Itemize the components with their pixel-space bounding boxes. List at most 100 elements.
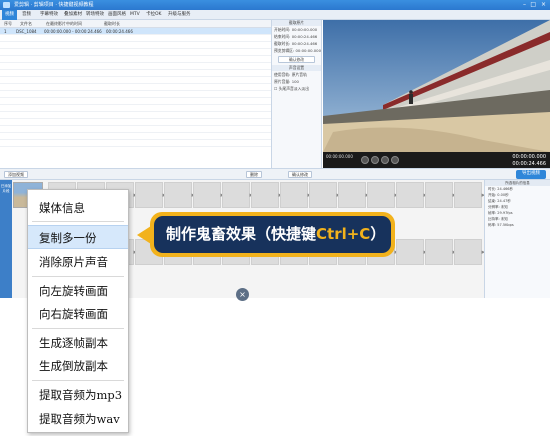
volume-row[interactable]: 原片音量: 100 — [272, 78, 321, 85]
delete-button[interactable]: 删除 — [246, 171, 262, 178]
menu-karaoke[interactable]: 卡拉OK — [146, 10, 162, 20]
stop-icon[interactable] — [371, 156, 379, 164]
menu-overlay[interactable]: 叠加素材 — [64, 10, 82, 20]
table-row — [0, 56, 271, 63]
menu-item-rotate-right[interactable]: 向右旋转画面 — [28, 302, 128, 326]
callout-close: ） — [370, 225, 386, 243]
menu-separator — [32, 276, 124, 277]
timeline-cell[interactable]: ▸ — [338, 182, 369, 208]
table-row — [0, 35, 271, 42]
current-time: 00:00:00.000 — [326, 154, 353, 159]
menu-item-mute-original[interactable]: 消除原片声音 — [28, 250, 128, 274]
play-icon[interactable] — [361, 156, 369, 164]
timeline-cell[interactable]: ▸ — [425, 182, 456, 208]
menu-audio[interactable]: 音频 — [22, 10, 31, 20]
player-controls: 00:00:00.000 00:00:00.000 00:00:24.466 — [323, 152, 550, 168]
callout-box: 制作鬼畜效果（快捷键Ctrl+C） — [150, 212, 395, 257]
table-row — [0, 98, 271, 105]
menu-separator — [32, 328, 124, 329]
maximize-icon[interactable]: □ — [530, 1, 536, 9]
table-row — [0, 126, 271, 133]
table-row[interactable]: 1 DSC_1084 00:00:00.000 - 00:00:24.466 0… — [0, 28, 271, 35]
menu-style[interactable]: 画面风格 — [108, 10, 126, 20]
menu-item-duplicate[interactable]: 复制多一份 — [28, 225, 128, 249]
video-preview[interactable] — [323, 20, 550, 152]
file-list: 序号 文件名 在最终影片中的时间 截取时长 1 DSC_1084 00:00:0… — [0, 20, 272, 168]
start-time-row[interactable]: 开始时间: 00:00:00.000 — [272, 26, 321, 33]
timeline-cell[interactable]: ▸ — [251, 182, 282, 208]
table-row — [0, 42, 271, 49]
table-row — [0, 49, 271, 56]
timeline-cell[interactable]: ▸ — [396, 182, 427, 208]
cell-duration: 00:00:24.466 — [106, 29, 133, 34]
menu-item-frame-copy[interactable]: 生成逐帧副本 — [28, 331, 128, 355]
table-row — [0, 140, 271, 147]
timeline-cell[interactable]: ▸ — [425, 239, 456, 265]
callout-text: 制作鬼畜效果（快捷键 — [166, 225, 317, 243]
table-row — [0, 91, 271, 98]
audio-track-row[interactable]: 使用音轨: 原片音轨 — [272, 71, 321, 78]
callout-text-box: 制作鬼畜效果（快捷键Ctrl+C） — [154, 216, 391, 253]
menu-mtv[interactable]: MTV — [130, 10, 140, 20]
context-menu: 媒体信息 复制多一份 消除原片声音 向左旋转画面 向右旋转画面 生成逐帧副本 生… — [27, 189, 129, 433]
callout-pointer — [137, 226, 151, 244]
table-row — [0, 105, 271, 112]
timeline-cell[interactable]: ▸ — [454, 239, 485, 265]
menu-subtitle[interactable]: 字幕特效 — [40, 10, 58, 20]
timeline-cell[interactable]: ▸ — [193, 182, 224, 208]
timeline-cell[interactable]: ▸ — [396, 239, 427, 265]
track-label: 已添加片段 — [0, 184, 12, 193]
prev-frame-icon[interactable] — [381, 156, 389, 164]
add-video-button[interactable]: 添加视频 — [4, 171, 28, 178]
timeline-cell[interactable]: ▸ — [280, 182, 311, 208]
menu-item-media-info[interactable]: 媒体信息 — [28, 196, 128, 220]
table-row — [0, 84, 271, 91]
timeline-cell[interactable]: ▸ — [454, 182, 485, 208]
callout-shortcut: Ctrl+C — [316, 225, 371, 243]
menu-item-rotate-left[interactable]: 向左旋转画面 — [28, 279, 128, 303]
confirm-button[interactable]: 确认修改 — [278, 56, 315, 63]
timeline-cell[interactable]: ▸ — [309, 182, 340, 208]
menu-transition[interactable]: 转场特效 — [86, 10, 104, 20]
col-no: 序号 — [4, 21, 12, 26]
confirm-edit-button[interactable]: 确认修改 — [288, 171, 312, 178]
timeline-cell[interactable]: ▸ — [164, 182, 195, 208]
menu-separator — [32, 221, 124, 222]
preview-row[interactable]: 预览剪辑区: 00:00:00.000 — [272, 47, 321, 54]
total-time: 00:00:24.466 — [512, 161, 546, 167]
timeline-cell[interactable]: ▸ — [135, 182, 166, 208]
track-label-bar: 已添加片段 — [0, 180, 12, 298]
menu-upgrade[interactable]: 升级与服务 — [168, 10, 191, 20]
col-duration: 截取时长 — [104, 21, 120, 26]
col-range: 在最终影片中的时间 — [46, 21, 82, 26]
menu-bar: 视频 音频 字幕特效 叠加素材 转场特效 画面风格 MTV 卡拉OK 升级与服务 — [0, 10, 550, 20]
title-bar: 爱剪辑 · 剪辑项目 · 快捷键视频教程 – □ × — [0, 0, 550, 10]
timeline-cell[interactable]: ▸ — [222, 182, 253, 208]
close-icon[interactable]: × — [541, 1, 546, 9]
window-title: 爱剪辑 · 剪辑项目 · 快捷键视频教程 — [14, 2, 94, 8]
position-time: 00:00:00.000 — [512, 154, 546, 160]
menu-item-extract-wav[interactable]: 提取音频为wav — [28, 407, 128, 431]
preview-frame — [323, 20, 550, 152]
menu-video[interactable]: 视频 — [2, 10, 17, 20]
table-row — [0, 70, 271, 77]
duration-row[interactable]: 截取时长: 00:00:24.466 — [272, 40, 321, 47]
col-name: 文件名 — [20, 21, 32, 26]
fade-checkbox[interactable]: ☐ 头尾声音淡入淡出 — [272, 85, 321, 92]
clip-settings-panel: 截取原片 开始时间: 00:00:00.000 结束时间: 00:00:24.4… — [272, 20, 322, 168]
export-button[interactable]: 导出视频 — [516, 170, 546, 179]
minimize-icon[interactable]: – — [523, 1, 526, 9]
close-overlay-icon[interactable]: × — [236, 288, 249, 301]
table-row — [0, 133, 271, 140]
info-panel: 所选相片的信息 时长: 24.466秒 开始: 0.00秒 结束: 24.47秒… — [484, 180, 550, 298]
timeline-cell[interactable]: ▸ — [367, 182, 398, 208]
menu-item-extract-mp3[interactable]: 提取音频为mp3 — [28, 383, 128, 407]
table-row — [0, 77, 271, 84]
menu-separator — [32, 380, 124, 381]
table-row — [0, 112, 271, 119]
menu-item-reverse-copy[interactable]: 生成倒放副本 — [28, 354, 128, 378]
end-time-row[interactable]: 结束时间: 00:00:24.466 — [272, 33, 321, 40]
cell-range: 00:00:00.000 - 00:00:24.466 — [44, 29, 102, 34]
info-row: 码率: 57.5Kbps — [488, 223, 514, 227]
next-frame-icon[interactable] — [391, 156, 399, 164]
